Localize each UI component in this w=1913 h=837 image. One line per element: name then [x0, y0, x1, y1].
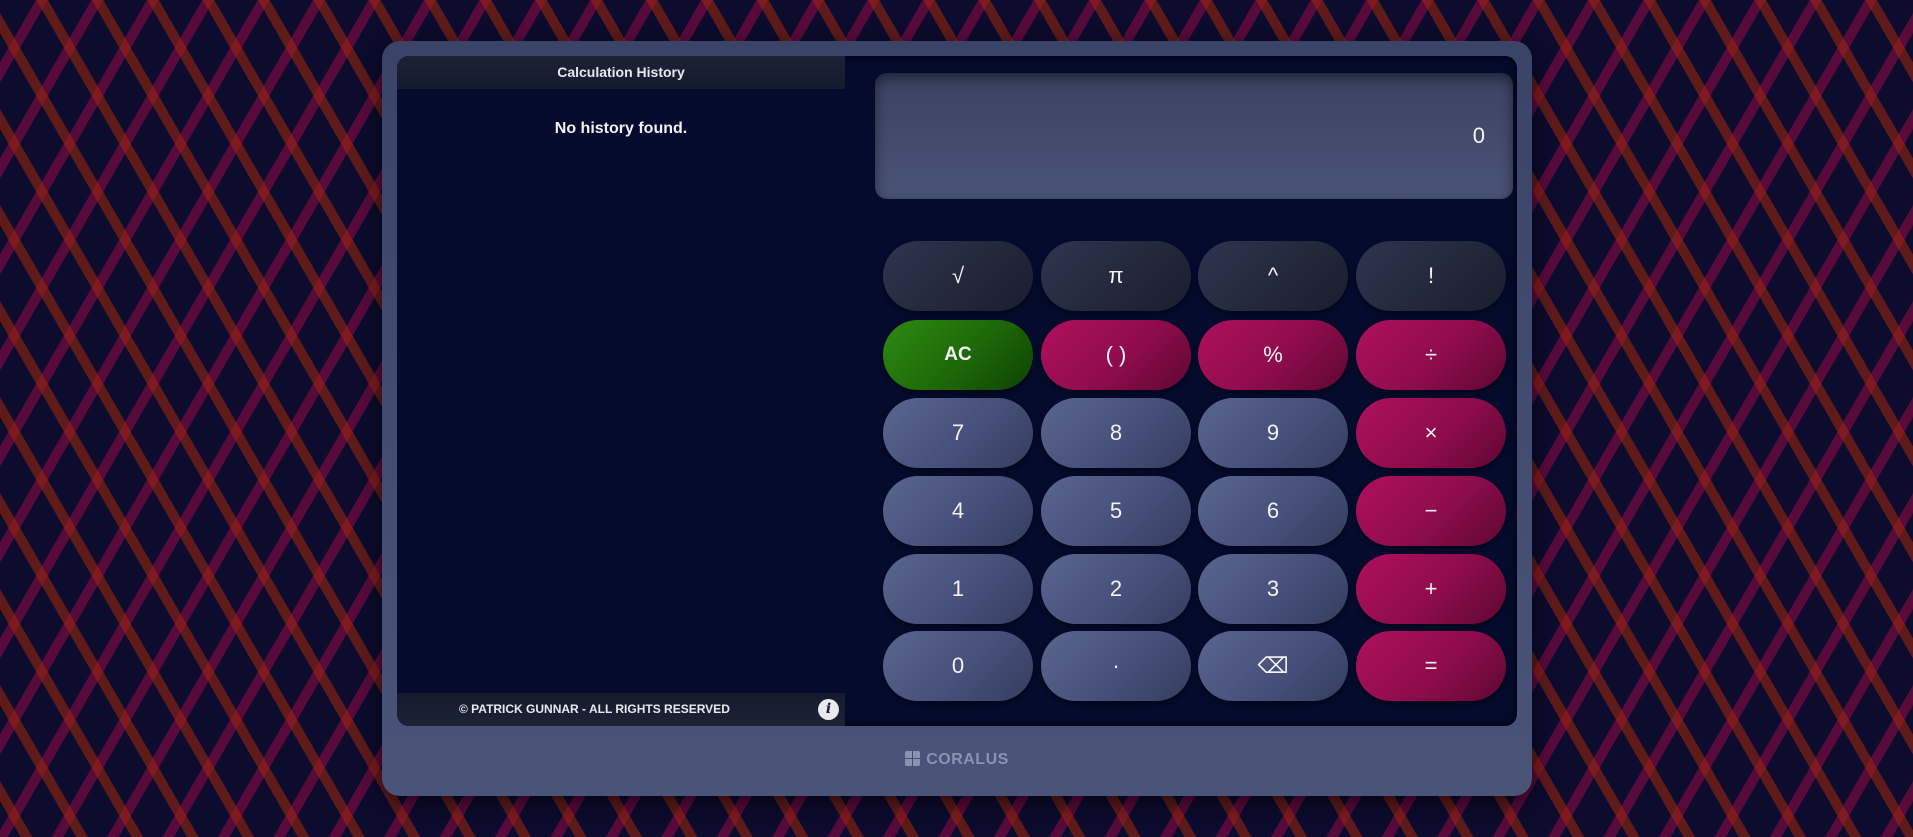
power-button[interactable]: ^ — [1198, 241, 1348, 311]
brand-name: CORALUS — [926, 751, 1009, 768]
copyright-text: © PATRICK GUNNAR - ALL RIGHTS RESERVED — [459, 702, 730, 716]
zero-button[interactable]: 0 — [883, 631, 1033, 701]
display-value: 0 — [1472, 123, 1485, 148]
info-icon[interactable]: i — [818, 699, 839, 720]
three-button[interactable]: 3 — [1198, 554, 1348, 624]
multiply-button[interactable]: × — [1356, 398, 1506, 468]
five-button[interactable]: 5 — [1041, 476, 1191, 546]
two-button[interactable]: 2 — [1041, 554, 1191, 624]
calculator-display: 0 — [875, 73, 1513, 199]
history-empty-message: No history found. — [554, 120, 688, 137]
pi-button[interactable]: π — [1041, 241, 1191, 311]
backspace-button[interactable]: ⌫ — [1198, 631, 1348, 701]
calculator-icon — [905, 751, 921, 766]
seven-button[interactable]: 7 — [883, 398, 1033, 468]
history-footer: © PATRICK GUNNAR - ALL RIGHTS RESERVED i — [397, 693, 845, 726]
add-button[interactable]: + — [1356, 554, 1506, 624]
equals-button[interactable]: = — [1356, 631, 1506, 701]
factorial-button[interactable]: ! — [1356, 241, 1506, 311]
calculator-device: Calculation History No history found. © … — [382, 41, 1532, 796]
eight-button[interactable]: 8 — [1041, 398, 1191, 468]
brand-logo: CORALUS — [382, 751, 1532, 769]
clear-button[interactable]: AC — [883, 320, 1033, 390]
decimal-button[interactable]: · — [1041, 631, 1191, 701]
percent-button[interactable]: % — [1198, 320, 1348, 390]
six-button[interactable]: 6 — [1198, 476, 1348, 546]
parentheses-button[interactable]: ( ) — [1041, 320, 1191, 390]
subtract-button[interactable]: − — [1356, 476, 1506, 546]
calculator-screen: Calculation History No history found. © … — [397, 56, 1517, 726]
history-panel: Calculation History No history found. © … — [397, 56, 845, 726]
one-button[interactable]: 1 — [883, 554, 1033, 624]
nine-button[interactable]: 9 — [1198, 398, 1348, 468]
sqrt-button[interactable]: √ — [883, 241, 1033, 311]
history-title: Calculation History — [397, 56, 845, 89]
divide-button[interactable]: ÷ — [1356, 320, 1506, 390]
four-button[interactable]: 4 — [883, 476, 1033, 546]
